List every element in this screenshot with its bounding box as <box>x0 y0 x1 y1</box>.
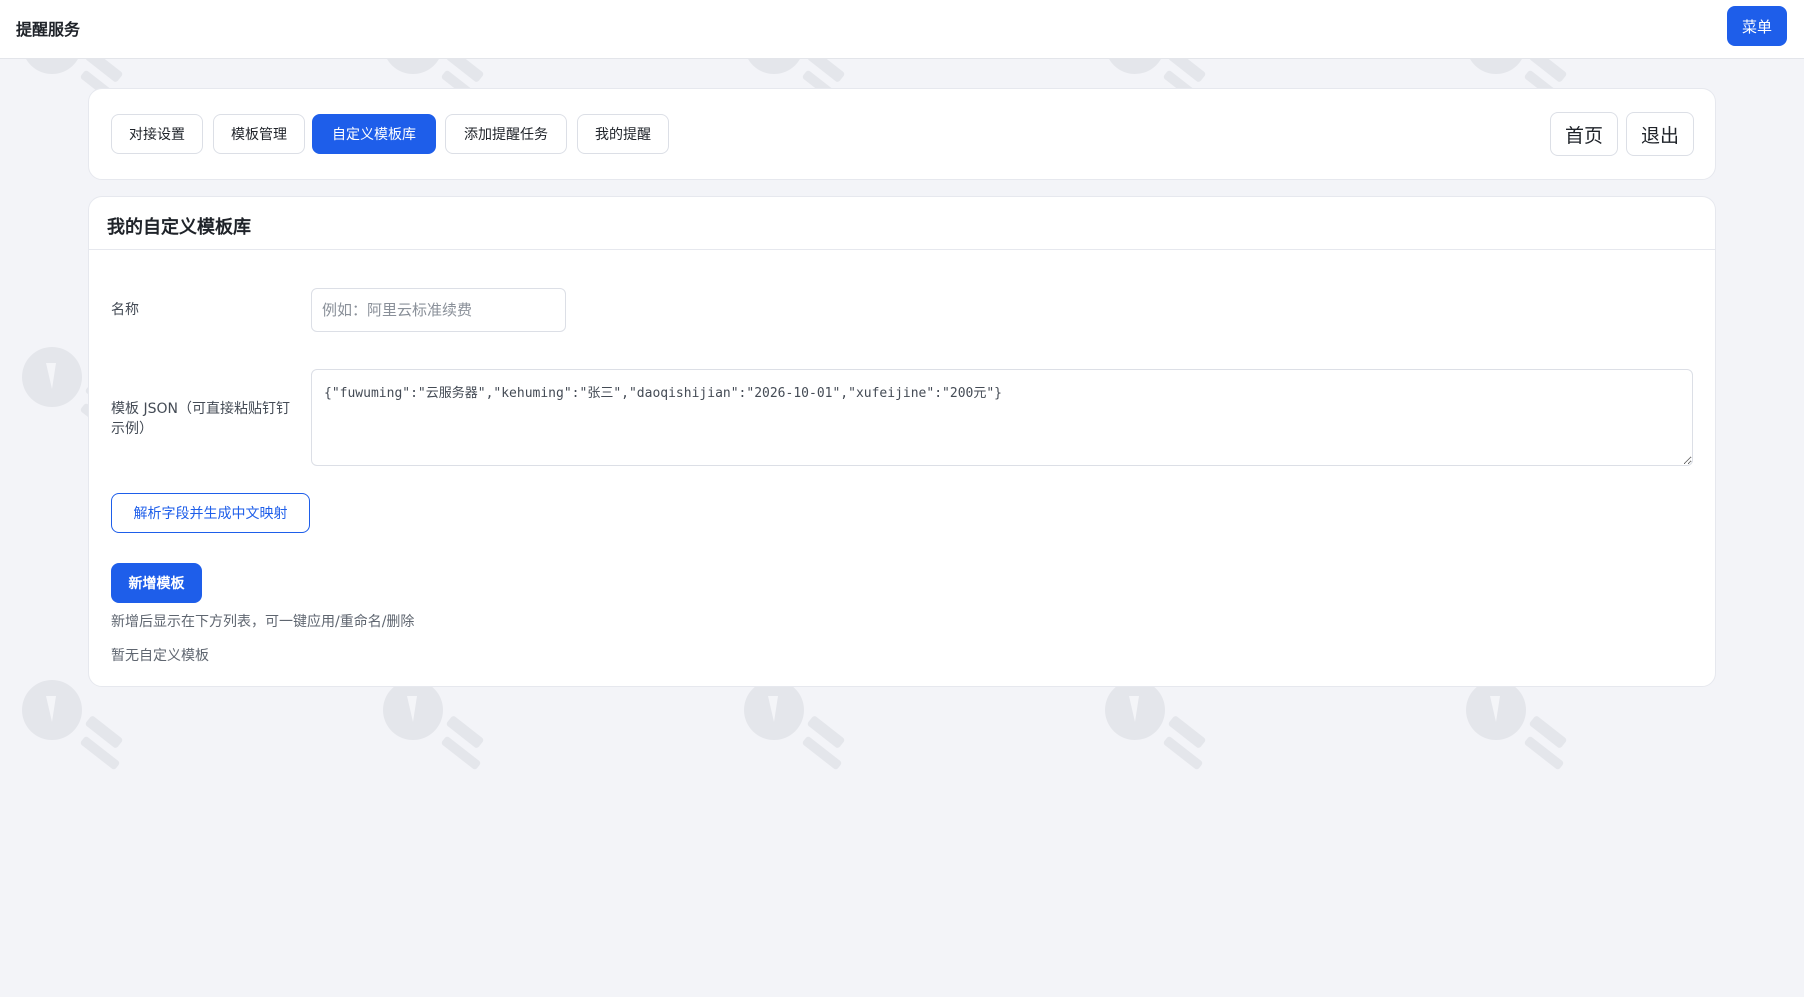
json-label: 模板 JSON（可直接粘贴钉钉示例） <box>111 401 290 437</box>
watermark-logo-icon <box>1466 680 1567 770</box>
watermark-logo-icon <box>383 680 484 770</box>
home-button[interactable]: 首页 <box>1550 112 1618 156</box>
logout-button[interactable]: 退出 <box>1626 112 1694 156</box>
app-title: 提醒服务 <box>16 20 81 39</box>
top-bar: 提醒服务 菜单 <box>0 0 1804 59</box>
tab-add-reminder-task[interactable]: 添加提醒任务 <box>445 114 567 154</box>
card-header: 我的自定义模板库 <box>89 197 1715 250</box>
tab-my-reminders[interactable]: 我的提醒 <box>577 114 669 154</box>
nav-card: 对接设置 模板管理 自定义模板库 添加提醒任务 我的提醒 首页 退出 <box>88 88 1716 180</box>
name-label: 名称 <box>111 302 139 318</box>
tab-template-management[interactable]: 模板管理 <box>213 114 305 154</box>
watermark-logo-icon <box>1105 680 1206 770</box>
tab-custom-template-library[interactable]: 自定义模板库 <box>312 114 436 154</box>
parse-fields-button[interactable]: 解析字段并生成中文映射 <box>111 493 310 533</box>
custom-template-card: 我的自定义模板库 名称 模板 JSON（可直接粘贴钉钉示例） 解析字段并生成中文… <box>88 196 1716 687</box>
tab-integration-settings[interactable]: 对接设置 <box>111 114 203 154</box>
watermark-logo-icon <box>744 680 845 770</box>
menu-button[interactable]: 菜单 <box>1727 6 1787 46</box>
json-textarea[interactable] <box>311 369 1693 466</box>
card-title: 我的自定义模板库 <box>107 217 251 238</box>
empty-state-text: 暂无自定义模板 <box>111 648 209 664</box>
add-template-button[interactable]: 新增模板 <box>111 563 202 603</box>
watermark-logo-icon <box>22 680 123 770</box>
add-hint-text: 新增后显示在下方列表，可一键应用/重命名/删除 <box>111 614 415 630</box>
name-input[interactable] <box>311 288 566 332</box>
